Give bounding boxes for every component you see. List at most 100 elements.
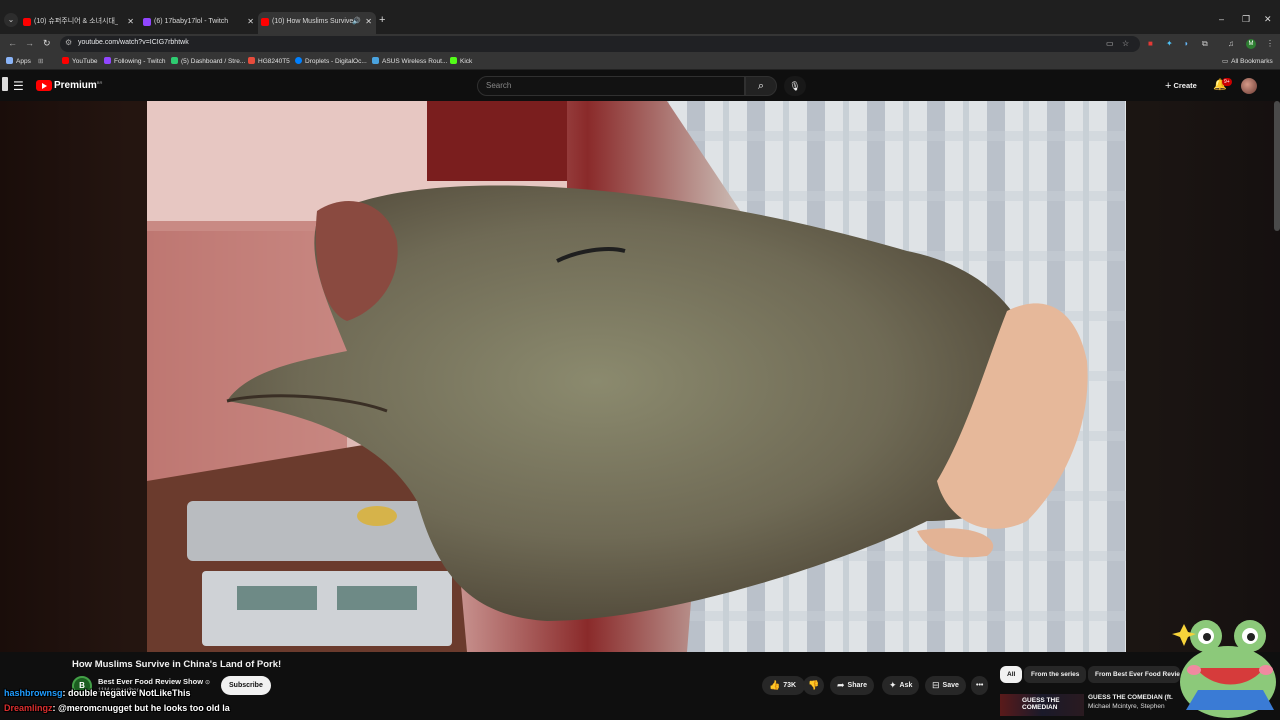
bookmark-label: Apps <box>16 58 31 65</box>
bookmark-youtube[interactable]: YouTube <box>62 57 98 65</box>
kick-icon <box>450 57 457 64</box>
chat-username: hashbrownsg <box>4 688 63 698</box>
bookmark-router[interactable]: HG8240T5 <box>248 57 290 65</box>
bookmark-droplets[interactable]: Droplets - DigitalOc... <box>295 57 367 65</box>
subscribe-button[interactable]: Subscribe <box>221 676 271 695</box>
search-box[interactable] <box>477 76 745 96</box>
voice-search-button[interactable]: 🎙 <box>784 76 806 96</box>
bookmark-label: Kick <box>460 58 473 65</box>
verified-icon: ⊙ <box>205 680 211 686</box>
bookmark-label: HG8240T5 <box>258 58 290 65</box>
sidebar-edge <box>2 77 8 91</box>
profile-avatar[interactable]: M <box>1246 39 1256 49</box>
chat-message: Dreamlingz: @meromcnugget but he looks t… <box>4 703 230 713</box>
ask-button[interactable]: ✦ Ask <box>882 676 920 695</box>
more-actions-button[interactable]: ••• <box>971 676 989 695</box>
search-icon: ⌕ <box>757 80 765 92</box>
hamburger-menu-icon[interactable]: ☰ <box>13 79 24 93</box>
bookmarks-bar: Apps ⊞ YouTube Following - Twitch (5) Da… <box>0 54 1280 70</box>
chat-text: double negative NotLikeThis <box>68 688 191 698</box>
youtube-icon <box>62 57 69 64</box>
youtube-play-icon <box>36 80 52 91</box>
url-text[interactable]: youtube.com/watch?v=ICIG7rbhtwk <box>78 39 189 46</box>
browser-tab-active[interactable]: (10) How Muslims Survive in C 🔊 ✕ <box>258 12 376 34</box>
youtube-header: ☰ PremiumBR ⌕ 🎙 +Create 🔔 9+ <box>0 71 1280 101</box>
extension-icon[interactable]: ■ <box>1148 39 1153 48</box>
chat-username: Dreamlingz <box>4 703 53 713</box>
ask-label: Ask <box>899 682 913 689</box>
omnibox[interactable]: ⚙ youtube.com/watch?v=ICIG7rbhtwk ▭ ☆ <box>60 36 1140 52</box>
forward-icon[interactable]: → <box>25 38 34 48</box>
apps-grid-icon <box>6 57 13 64</box>
page-scrollbar[interactable] <box>1274 101 1280 231</box>
new-tab-button[interactable]: + <box>379 14 385 26</box>
bookmark-apps[interactable]: Apps <box>6 57 31 65</box>
chip-all[interactable]: All <box>1000 666 1023 683</box>
bookmark-label: ASUS Wireless Rout... <box>382 58 448 65</box>
thumbs-down-icon: 👎 <box>808 680 820 690</box>
extensions-puzzle-icon[interactable]: ⧉ <box>1202 39 1208 49</box>
search-button[interactable]: ⌕ <box>745 76 777 96</box>
frog-emote-overlay <box>1172 620 1276 718</box>
chip-from-channel[interactable]: From Best Ever Food Review Show <box>1088 666 1180 683</box>
bookmark-label: (5) Dashboard / Stre... <box>181 58 246 65</box>
dashboard-icon <box>171 57 178 64</box>
minimize-icon[interactable]: – <box>1219 14 1224 24</box>
channel-name[interactable]: Best Ever Food Review Show ⊙ <box>98 677 210 686</box>
bookmark-kick[interactable]: Kick <box>450 57 472 65</box>
reload-icon[interactable]: ↻ <box>43 38 51 49</box>
extension-icon[interactable]: ◗ <box>1184 39 1189 48</box>
like-button[interactable]: 👍 73K <box>762 676 806 695</box>
video-title: How Muslims Survive in China's Land of P… <box>72 659 282 670</box>
close-icon[interactable]: ✕ <box>247 13 254 31</box>
window-close-icon[interactable]: ✕ <box>1264 14 1272 25</box>
search-input[interactable] <box>486 81 726 90</box>
bookmark-asus[interactable]: ASUS Wireless Rout... <box>372 57 447 65</box>
create-button[interactable]: + Create <box>1159 77 1203 95</box>
bookmark-label: Following - Twitch <box>114 58 166 65</box>
country-code: BR <box>96 80 103 85</box>
menu-kebab-icon[interactable]: ⋮ <box>1266 39 1274 48</box>
recommended-subtitle: Michael Mcintyre, Stephen <box>1088 703 1165 710</box>
browser-tab[interactable]: (6) 17baby17lol - Twitch ✕ <box>140 13 258 31</box>
sparkle-icon: ✦ <box>889 680 897 690</box>
bookmark-label: All Bookmarks <box>1231 58 1273 65</box>
digitalocean-icon <box>295 57 302 64</box>
youtube-premium-logo[interactable]: PremiumBR <box>36 80 102 92</box>
browser-tab[interactable]: (10) 슈퍼주니어 & 소녀시대_SM ✕ <box>20 13 138 31</box>
account-avatar[interactable] <box>1241 78 1257 94</box>
chip-from-series[interactable]: From the series <box>1024 666 1087 683</box>
close-icon[interactable]: ✕ <box>365 12 372 32</box>
save-label: Save <box>942 682 959 689</box>
like-count: 73K <box>783 682 797 689</box>
channel-name-text: Best Ever Food Review Show <box>98 677 204 686</box>
share-icon: ➦ <box>837 680 845 690</box>
tab-groups-icon[interactable]: ⊞ <box>38 57 43 65</box>
speaker-icon[interactable]: 🔊 <box>352 12 361 32</box>
back-icon[interactable]: ← <box>8 38 17 48</box>
recommended-title[interactable]: GUESS THE COMEDIAN (ft. <box>1088 694 1173 701</box>
thumbs-up-icon: 👍 <box>769 680 781 690</box>
media-control-icon[interactable]: ♫ <box>1228 39 1234 48</box>
notification-badge: 9+ <box>1222 78 1232 86</box>
all-bookmarks[interactable]: ▭ All Bookmarks <box>1222 57 1273 65</box>
share-button[interactable]: ➦ Share <box>830 676 875 695</box>
tab-title: (10) How Muslims Survive in C <box>272 18 356 25</box>
bookmark-star-icon[interactable]: ☆ <box>1122 39 1129 48</box>
extension-icon[interactable]: ✦ <box>1166 39 1173 48</box>
video-player[interactable] <box>147 101 1126 652</box>
cast-icon[interactable]: ▭ <box>1106 39 1114 48</box>
thumbnail-text: GUESS THE COMEDIAN <box>1022 697 1060 711</box>
bookmark-twitch[interactable]: Following - Twitch <box>104 57 166 65</box>
dislike-button[interactable]: 👎 <box>803 676 825 695</box>
bookmark-label: YouTube <box>72 58 98 65</box>
recommended-thumbnail[interactable]: GUESS THE COMEDIAN <box>1000 694 1084 716</box>
folder-icon: ▭ <box>1222 58 1229 65</box>
restore-icon[interactable]: ❐ <box>1242 14 1250 25</box>
tab-search-button[interactable]: ⌄ <box>4 13 18 27</box>
site-info-icon[interactable]: ⚙ <box>65 38 72 47</box>
microphone-icon: 🎙 <box>789 81 801 91</box>
bookmark-dashboard[interactable]: (5) Dashboard / Stre... <box>171 57 245 65</box>
close-icon[interactable]: ✕ <box>127 13 134 31</box>
save-button[interactable]: ⊟ Save <box>925 676 966 695</box>
